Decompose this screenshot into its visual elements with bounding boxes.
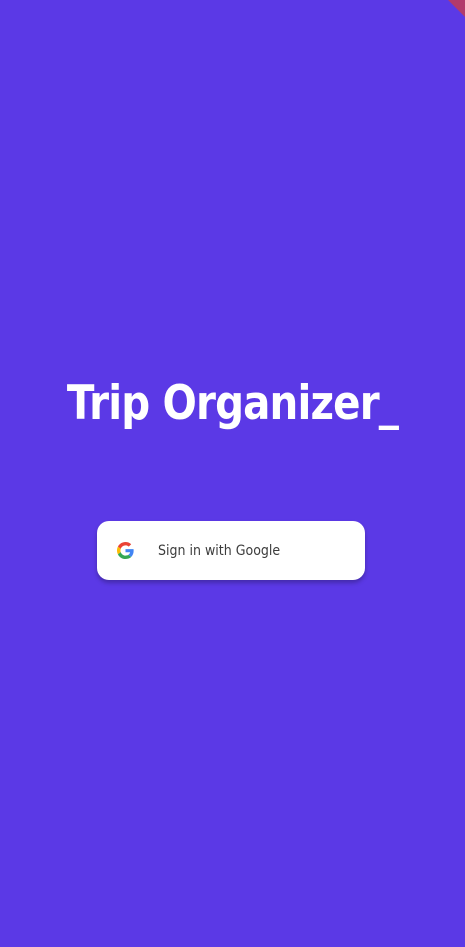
- login-screen: Trip Organizer_ Sign in with Google: [0, 0, 465, 947]
- debug-banner: [435, 0, 465, 30]
- google-g-icon: [117, 542, 134, 559]
- google-sign-in-label: Sign in with Google: [158, 543, 281, 559]
- google-sign-in-button[interactable]: Sign in with Google: [97, 521, 365, 580]
- app-title: Trip Organizer_: [66, 376, 399, 431]
